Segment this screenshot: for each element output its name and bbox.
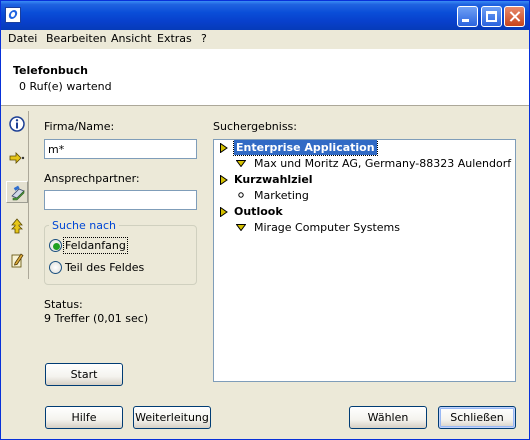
side-toolbar [4, 111, 29, 279]
radio-substring[interactable]: Teil des Feldes [49, 261, 189, 275]
tree-item-row[interactable]: Mirage Computer Systems [214, 220, 514, 236]
minimize-button[interactable] [457, 6, 478, 27]
tree-item-label[interactable]: Mirage Computer Systems [254, 221, 400, 234]
forward-button[interactable]: Weiterleitung [133, 406, 211, 429]
info-tool-button[interactable] [6, 113, 28, 135]
start-button[interactable]: Start [45, 363, 123, 386]
title-bar[interactable] [1, 1, 529, 30]
tree-item-row[interactable]: Max und Moritz AG, Germany-88323 Aulendo… [214, 156, 514, 172]
search-mode-group [44, 225, 197, 285]
status-value: 9 Treffer (0,01 sec) [44, 312, 149, 325]
toolbar-divider [28, 111, 29, 279]
contact-arrow-icon [236, 160, 246, 167]
company-input[interactable] [44, 139, 197, 159]
menu-help[interactable]: ? [201, 32, 207, 45]
tree-group-row[interactable]: Kurzwahlziel [214, 172, 514, 188]
menu-bar: Datei Bearbeiten Ansicht Extras ? [1, 30, 529, 48]
menu-ansicht[interactable]: Ansicht [111, 32, 152, 45]
contact-label: Ansprechpartner: [44, 172, 140, 185]
phonebook-icon [11, 185, 25, 201]
radio-prefix[interactable]: Feldanfang [49, 237, 189, 254]
menu-bearbeiten[interactable]: Bearbeiten [46, 32, 106, 45]
radio-selected-dot [53, 243, 60, 250]
notes-tool-button[interactable] [6, 249, 28, 271]
header-panel: Telefonbuch 0 Ruf(e) wartend [1, 49, 529, 106]
app-icon[interactable] [5, 7, 21, 23]
radio-substring-label[interactable]: Teil des Feldes [65, 261, 144, 274]
bullet-icon [238, 192, 244, 198]
menu-extras[interactable]: Extras [157, 32, 192, 45]
call-status: 0 Ruf(e) wartend [19, 80, 112, 93]
company-label: Firma/Name: [44, 120, 115, 133]
page-title: Telefonbuch [13, 64, 88, 77]
maximize-button[interactable] [481, 6, 502, 27]
tree-item-row[interactable]: Marketing [214, 188, 514, 204]
status-label: Status: [44, 298, 83, 311]
tree-group-row[interactable]: Outlook [214, 204, 514, 220]
tree-group-label[interactable]: Outlook [234, 205, 283, 218]
phonebook-tool-button[interactable] [6, 181, 28, 203]
tree-group-label[interactable]: Kurzwahlziel [234, 173, 313, 186]
up-arrows-icon [11, 218, 23, 234]
forward-tool-button[interactable] [6, 147, 28, 169]
radio-substring-circle[interactable] [49, 261, 62, 274]
help-button[interactable]: Hilfe [45, 406, 123, 429]
close-button[interactable]: Schließen [438, 406, 516, 429]
search-mode-caption: Suche nach [49, 219, 119, 232]
tree-item-label[interactable]: Marketing [254, 189, 309, 202]
results-label: Suchergebniss: [213, 120, 297, 133]
notepad-icon [11, 253, 24, 268]
forward-arrow-icon [9, 152, 25, 164]
expand-arrow-icon[interactable] [220, 175, 228, 185]
radio-prefix-label[interactable]: Feldanfang [63, 237, 128, 254]
contact-input[interactable] [44, 190, 197, 210]
expand-arrow-icon[interactable] [220, 143, 228, 153]
radio-prefix-circle[interactable] [49, 239, 62, 252]
dial-button[interactable]: Wählen [349, 406, 427, 429]
close-window-button[interactable] [504, 6, 525, 27]
up-tool-button[interactable] [6, 215, 28, 237]
expand-arrow-icon[interactable] [220, 207, 228, 217]
info-icon [9, 116, 25, 132]
tree-group-label[interactable]: Enterprise Application [233, 140, 378, 156]
menu-datei[interactable]: Datei [8, 32, 37, 45]
contact-arrow-icon [236, 224, 246, 231]
tree-group-row[interactable]: Enterprise Application [214, 140, 514, 156]
results-tree[interactable]: Enterprise Application Max und Moritz AG… [213, 139, 516, 382]
tree-item-label[interactable]: Max und Moritz AG, Germany-88323 Aulendo… [254, 157, 511, 170]
app-window: Datei Bearbeiten Ansicht Extras ? Telefo… [0, 0, 530, 440]
